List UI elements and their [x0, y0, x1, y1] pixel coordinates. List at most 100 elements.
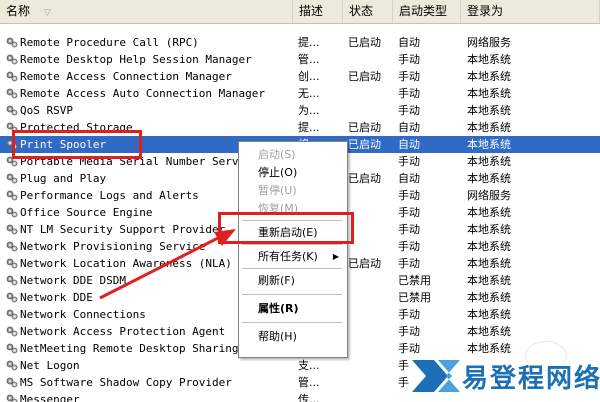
context-menu-item-label: 所有任务(K) [258, 250, 318, 263]
column-header-name-label: 名称 [6, 4, 31, 18]
service-logon-as: 本地系统 [467, 257, 511, 270]
service-status: 已启动 [348, 121, 381, 134]
service-status: 已启动 [348, 70, 381, 83]
sort-indicator-icon: ▽ [43, 8, 51, 18]
service-logon-as: 本地系统 [467, 155, 511, 168]
service-startup-type: 自动 [398, 121, 420, 134]
service-logon-as: 本地系统 [467, 121, 511, 134]
table-row[interactable]: QoS RSVP 为... 手动 本地系统 [0, 102, 600, 119]
context-menu-item-label: 帮助(H) [258, 330, 297, 343]
context-menu-item[interactable]: 属性(R) [239, 300, 345, 318]
service-startup-type: 自动 [398, 36, 420, 49]
service-gear-icon [6, 258, 18, 269]
service-name: QoS RSVP [20, 104, 73, 117]
service-startup-type: 手动 [398, 104, 420, 117]
service-status [348, 238, 393, 255]
list-header: 名称 ▽ 描述 状态 启动类型 登录为 [0, 0, 600, 24]
service-description: 为... [298, 104, 320, 117]
watermark-text: 易登程网络 [462, 364, 600, 394]
service-logon-as: 本地系统 [467, 291, 511, 304]
service-status [348, 51, 393, 68]
column-header-name[interactable]: 名称 ▽ [0, 0, 293, 23]
column-header-description[interactable]: 描述 [293, 0, 343, 23]
column-header-logon-as[interactable]: 登录为 [461, 0, 600, 23]
service-startup-type: 手动 [398, 70, 420, 83]
context-menu: 启动(S) 停止(O) 暂停(U) 恢复(M) 重新启动(E) 所有任务(K) ▶ 刷新(F)… [238, 141, 348, 358]
column-header-startup-type[interactable]: 启动类型 [393, 0, 461, 23]
service-gear-icon [6, 224, 18, 235]
context-menu-separator [242, 294, 342, 295]
submenu-arrow-icon: ▶ [332, 252, 339, 261]
service-startup-type: 手动 [398, 223, 420, 236]
service-logon-as: 本地系统 [467, 206, 511, 219]
services-window: 名称 ▽ 描述 状态 启动类型 登录为 Remote Procedure Cal… [0, 0, 600, 402]
table-row[interactable]: Remote Access Auto Connection Manager 无..… [0, 85, 600, 102]
context-menu-item[interactable]: 停止(O) [239, 164, 345, 182]
service-startup-type: 手动 [398, 308, 420, 321]
service-gear-icon [6, 88, 18, 99]
service-gear-icon [6, 309, 18, 320]
service-startup-type: 自动 [398, 172, 420, 185]
column-header-status[interactable]: 状态 [343, 0, 393, 23]
service-gear-icon [6, 241, 18, 252]
service-description: 管... [298, 376, 320, 389]
service-startup-type: 自动 [398, 138, 420, 151]
service-status [348, 323, 393, 340]
service-gear-icon [6, 207, 18, 218]
context-menu-item-label: 暂停(U) [258, 184, 297, 197]
service-startup-type: 手动 [398, 325, 420, 338]
context-menu-item[interactable]: 刷新(F) [239, 272, 345, 290]
service-gear-icon [6, 326, 18, 337]
service-gear-icon [6, 377, 18, 388]
context-menu-item-label: 刷新(F) [258, 274, 295, 287]
highlight-box-print-spooler [12, 130, 142, 159]
table-row[interactable]: Remote Procedure Call (RPC) 提... 已启动 自动 网络服务 [0, 34, 600, 51]
service-status: 已启动 [348, 36, 381, 49]
service-status: 已启动 [348, 138, 381, 151]
service-description: 提... [298, 121, 320, 134]
service-status [348, 391, 393, 402]
context-menu-item[interactable]: 启动(S) [239, 146, 345, 164]
context-menu-separator [242, 244, 342, 245]
service-startup-type: 已禁用 [398, 274, 431, 287]
service-startup-type: 手动 [398, 240, 420, 253]
service-status: 已启动 [348, 257, 381, 270]
service-gear-icon [6, 54, 18, 65]
service-logon-as: 本地系统 [467, 308, 511, 321]
service-logon-as: 网络服务 [467, 189, 511, 202]
service-logon-as: 本地系统 [467, 70, 511, 83]
service-name: Remote Desktop Help Session Manager [20, 53, 252, 66]
service-gear-icon [6, 105, 18, 116]
service-startup-type: 手动 [398, 206, 420, 219]
service-name: Remote Access Connection Manager [20, 70, 232, 83]
service-status: 已启动 [348, 172, 381, 185]
service-logon-as: 网络服务 [467, 36, 511, 49]
service-status [348, 374, 393, 391]
service-gear-icon [6, 173, 18, 184]
context-menu-item[interactable]: 帮助(H) [239, 328, 345, 346]
context-menu-separator [242, 268, 342, 269]
table-row[interactable]: Remote Desktop Help Session Manager 管... 手… [0, 51, 600, 68]
service-logon-as: 本地系统 [467, 274, 511, 287]
context-menu-item[interactable]: 所有任务(K) ▶ [239, 248, 345, 266]
table-row[interactable]: Remote Access Connection Manager 创... 已启动 手… [0, 68, 600, 85]
service-startup-type: 手动 [398, 189, 420, 202]
context-menu-item[interactable]: 暂停(U) [239, 182, 345, 200]
service-logon-as: 本地系统 [467, 87, 511, 100]
service-description: 提... [298, 36, 320, 49]
service-description: 无... [298, 87, 320, 100]
service-gear-icon [6, 190, 18, 201]
service-startup-type: 已禁用 [398, 291, 431, 304]
service-description: 传... [298, 393, 320, 402]
service-name: Remote Procedure Call (RPC) [20, 36, 199, 49]
service-startup-type: 手动 [398, 87, 420, 100]
service-status [348, 102, 393, 119]
service-status [348, 204, 393, 221]
service-startup-type: 手动 [398, 155, 420, 168]
highlight-box-restart [218, 212, 354, 244]
service-status [348, 357, 393, 374]
service-logon-as: 本地系统 [467, 138, 511, 151]
service-status [348, 187, 393, 204]
service-gear-icon [6, 394, 18, 402]
service-status [348, 272, 393, 289]
